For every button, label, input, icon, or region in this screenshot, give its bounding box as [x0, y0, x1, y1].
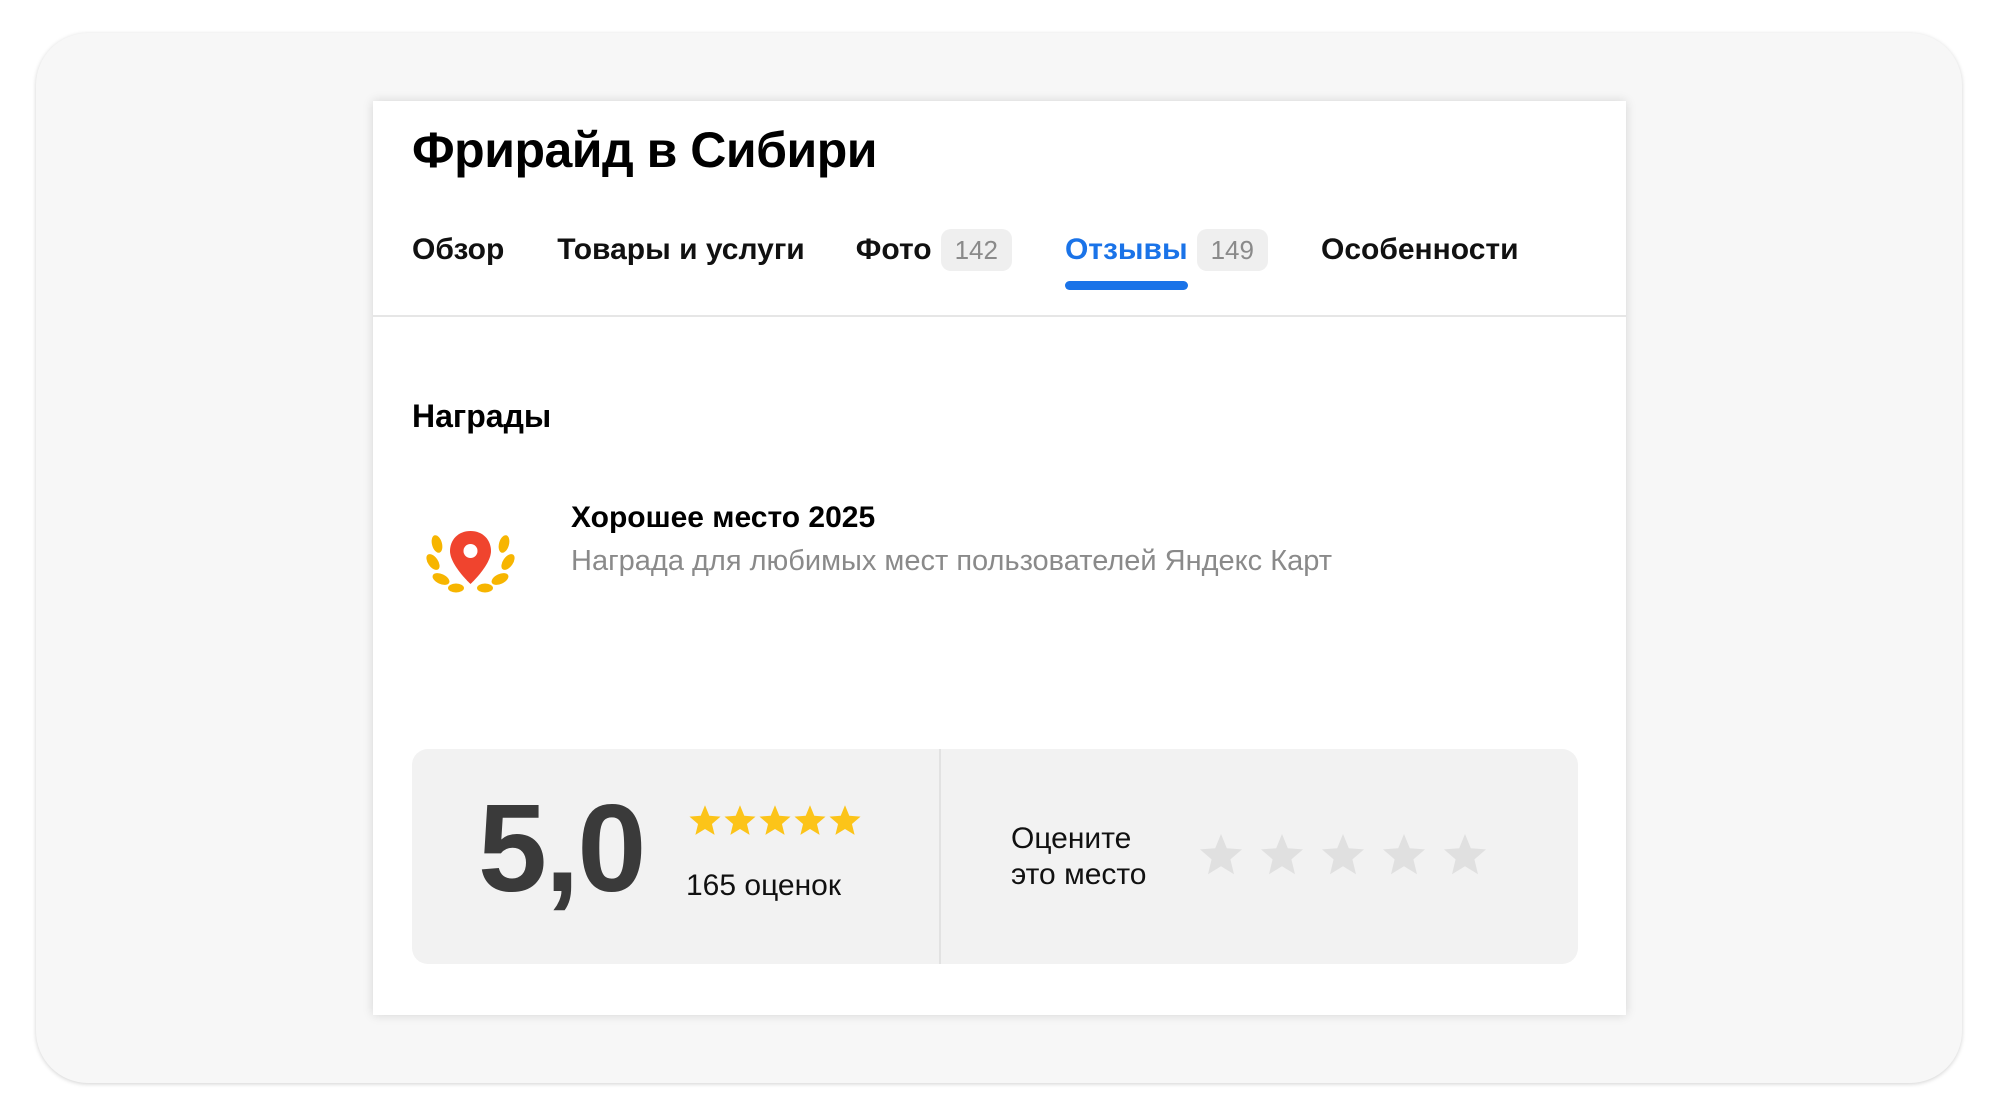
place-card: Фрирайд в Сибири Обзор Товары и услуги Ф…: [373, 101, 1626, 1015]
tab-features[interactable]: Особенности: [1321, 224, 1519, 276]
rating-panel: 5,0 165 оценок Оцените это место: [412, 749, 1578, 964]
rate-prompt: Оцените это место: [1011, 821, 1146, 893]
tab-photos[interactable]: Фото 142: [856, 224, 1012, 276]
star-icon: [724, 805, 756, 835]
tab-label: Особенности: [1320, 233, 1519, 266]
rate-prompt-line: Оцените: [1011, 822, 1132, 855]
star-icon: [829, 805, 861, 835]
award-title: Хорошее место 2025: [571, 501, 876, 534]
rating-count: 165 оценок: [686, 869, 841, 902]
tab-reviews[interactable]: Отзывы 149: [1064, 224, 1268, 290]
tab-count-badge: 142: [940, 229, 1012, 271]
tab-label: Отзывы: [1064, 233, 1188, 266]
tab-goods-services[interactable]: Товары и услуги: [557, 224, 804, 276]
page-title: Фрирайд в Сибири: [412, 122, 878, 178]
rate-star-icon[interactable]: [1380, 831, 1428, 877]
tab-label: Товары и услуги: [557, 233, 805, 266]
rate-star-icon[interactable]: [1258, 831, 1306, 877]
rating-score: 5,0: [478, 780, 646, 918]
award-description: Награда для любимых мест пользователей Я…: [571, 545, 1333, 577]
tab-count-badge: 149: [1196, 229, 1268, 271]
header-divider: [373, 315, 1626, 317]
active-tab-indicator: [1064, 281, 1188, 290]
rate-prompt-line: это место: [1011, 858, 1147, 891]
tab-label: Фото: [855, 233, 932, 266]
tab-overview[interactable]: Обзор: [412, 224, 504, 276]
rating-panel-divider: [939, 749, 941, 964]
tab-label: Обзор: [412, 233, 505, 266]
awards-section-title: Награды: [412, 398, 552, 434]
rate-star-icon[interactable]: [1319, 831, 1367, 877]
rate-star-icon[interactable]: [1197, 831, 1245, 877]
star-icon: [689, 805, 721, 835]
tab-bar: Обзор Товары и услуги Фото 142 Отзывы 14…: [412, 224, 1572, 290]
star-icon: [759, 805, 791, 835]
average-rating-stars: [687, 803, 862, 837]
star-icon: [794, 805, 826, 835]
laurel-map-pin-icon: [426, 531, 515, 593]
rate-stars-input[interactable]: [1197, 831, 1502, 877]
rate-star-icon[interactable]: [1441, 831, 1489, 877]
